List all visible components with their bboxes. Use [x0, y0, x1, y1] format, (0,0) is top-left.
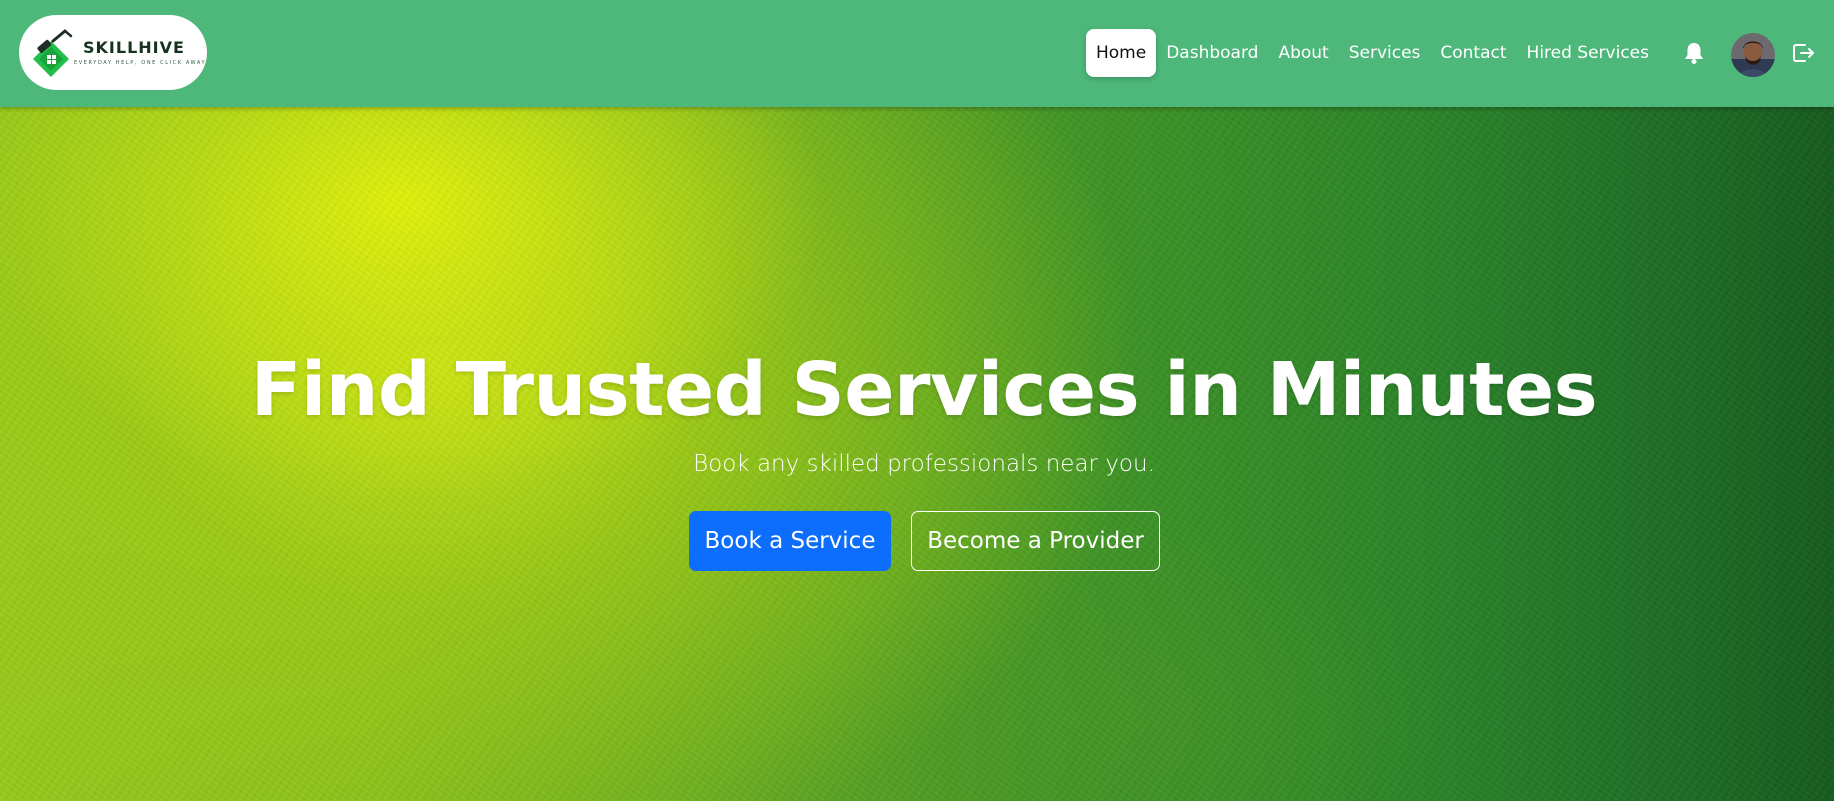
nav-hired-services[interactable]: Hired Services: [1517, 29, 1659, 77]
hero-subtitle: Book any skilled professionals near you.: [693, 451, 1155, 477]
navbar: SKILLHIVE EVERYDAY HELP, ONE CLICK AWAY …: [0, 0, 1834, 107]
book-service-button[interactable]: Book a Service: [689, 511, 891, 571]
brand-tagline: EVERYDAY HELP, ONE CLICK AWAY: [74, 60, 207, 66]
brand-name: SKILLHIVE: [83, 38, 185, 57]
bell-icon[interactable]: [1683, 41, 1705, 65]
nav-dashboard[interactable]: Dashboard: [1156, 29, 1268, 77]
brand-logo[interactable]: SKILLHIVE EVERYDAY HELP, ONE CLICK AWAY: [19, 15, 207, 90]
logout-icon[interactable]: [1792, 42, 1816, 64]
nav-services[interactable]: Services: [1339, 29, 1431, 77]
paint-roller-house-icon: [33, 29, 73, 77]
main-nav: Home Dashboard About Services Contact Hi…: [1086, 29, 1659, 77]
become-provider-button[interactable]: Become a Provider: [911, 511, 1160, 571]
page: SKILLHIVE EVERYDAY HELP, ONE CLICK AWAY …: [0, 0, 1834, 801]
hero-title: Find Trusted Services in Minutes: [250, 347, 1598, 433]
nav-contact[interactable]: Contact: [1430, 29, 1516, 77]
avatar[interactable]: [1731, 33, 1775, 77]
nav-about[interactable]: About: [1268, 29, 1338, 77]
nav-home[interactable]: Home: [1086, 29, 1157, 77]
